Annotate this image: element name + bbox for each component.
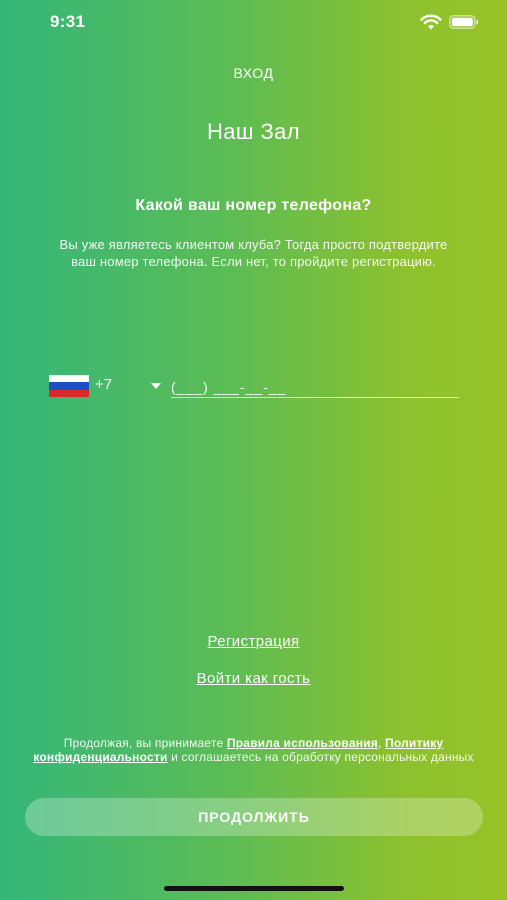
- phone-subtitle: Вы уже являетесь клиентом клуба? Тогда п…: [59, 237, 448, 269]
- caret-down-icon[interactable]: [151, 383, 161, 389]
- battery-icon: [449, 15, 479, 29]
- status-time: 9:31: [50, 12, 86, 31]
- terms-of-use-link[interactable]: Правила использования: [227, 736, 378, 750]
- terms-text: Продолжая, вы принимаете Правила использ…: [25, 736, 482, 764]
- phone-question: Какой ваш номер телефона?: [135, 197, 372, 214]
- terms-prefix: Продолжая, вы принимаете: [63, 736, 227, 750]
- continue-button[interactable]: ПРОДОЛЖИТЬ: [25, 798, 483, 836]
- home-indicator: [164, 886, 344, 891]
- register-link[interactable]: Регистрация: [0, 633, 507, 650]
- status-bar: 9:31: [0, 0, 507, 44]
- wifi-icon: [420, 14, 442, 30]
- dial-code[interactable]: +7: [95, 376, 112, 393]
- screen-label: ВХОД: [233, 65, 274, 81]
- guest-login-link[interactable]: Войти как гость: [0, 670, 507, 687]
- terms-comma: ,: [377, 736, 382, 750]
- app-title: Наш Зал: [206, 119, 301, 144]
- terms-suffix: и соглашаетесь на обработку персональных…: [167, 750, 474, 764]
- phone-input[interactable]: [171, 372, 459, 398]
- phone-input-row: +7: [49, 372, 459, 398]
- russia-flag-icon[interactable]: [49, 375, 89, 397]
